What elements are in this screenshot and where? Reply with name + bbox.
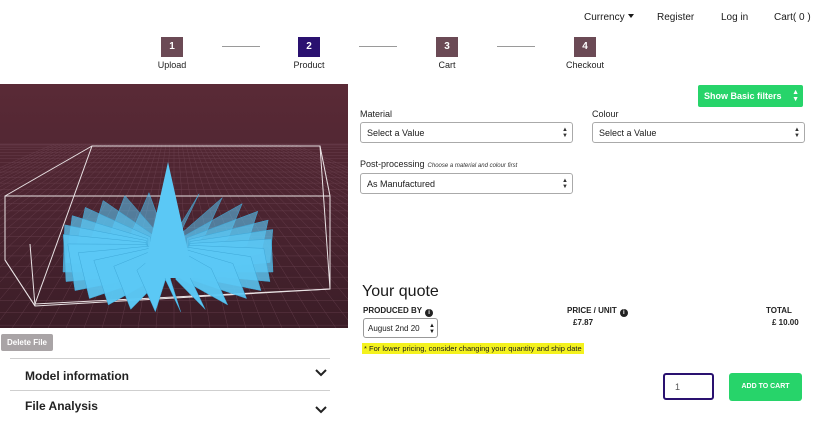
step-divider bbox=[359, 46, 397, 47]
produced-by-date-select[interactable]: August 2nd 20 ▲ ▼ bbox=[363, 318, 438, 338]
price-unit-label: PRICE / UNIT bbox=[567, 306, 617, 315]
post-processing-select[interactable]: As Manufactured ▲ ▼ bbox=[360, 173, 573, 194]
chevron-down-icon bbox=[315, 406, 327, 414]
step-divider bbox=[497, 46, 535, 47]
step-number: 4 bbox=[574, 37, 596, 57]
updown-arrows-icon: ▲ ▼ bbox=[794, 127, 800, 139]
post-processing-hint: Choose a material and colour first bbox=[427, 163, 518, 169]
show-basic-filters-toggle[interactable]: Show Basic filters ▲ ▼ bbox=[698, 85, 803, 107]
filters-toggle-label: Show Basic filters bbox=[704, 91, 782, 101]
total-header: TOTAL bbox=[766, 306, 792, 315]
updown-arrows-icon: ▲ ▼ bbox=[562, 178, 568, 190]
updown-arrows-icon: ▲ ▼ bbox=[562, 127, 568, 139]
step-divider bbox=[222, 46, 260, 47]
info-icon[interactable]: i bbox=[425, 309, 434, 317]
material-select-value: Select a Value bbox=[367, 128, 425, 138]
step-number: 2 bbox=[298, 37, 320, 57]
file-analysis-accordion[interactable]: File Analysis bbox=[10, 390, 330, 420]
chevron-down-icon bbox=[315, 369, 327, 377]
top-nav: Currency Register Log in Cart( 0 ) bbox=[0, 12, 814, 26]
step-label: Product bbox=[293, 60, 325, 70]
post-processing-select-value: As Manufactured bbox=[367, 179, 436, 189]
register-link[interactable]: Register bbox=[657, 12, 694, 23]
accordion-title: Model information bbox=[25, 369, 129, 383]
step-upload[interactable]: 1 Upload bbox=[142, 37, 202, 70]
model-information-accordion[interactable]: Model information bbox=[10, 358, 330, 388]
updown-arrows-icon: ▲ ▼ bbox=[429, 323, 435, 335]
colour-select-value: Select a Value bbox=[599, 128, 657, 138]
produced-by-header: PRODUCED BY i bbox=[363, 306, 434, 317]
currency-menu[interactable]: Currency bbox=[584, 12, 634, 23]
quote-title: Your quote bbox=[362, 283, 439, 300]
material-select[interactable]: Select a Value ▲ ▼ bbox=[360, 122, 573, 143]
currency-label: Currency bbox=[584, 12, 625, 23]
post-processing-label-text: Post-processing bbox=[360, 159, 425, 169]
colour-label: Colour bbox=[592, 109, 619, 119]
step-cart[interactable]: 3 Cart bbox=[417, 37, 477, 70]
delete-file-button[interactable]: Delete File bbox=[1, 334, 53, 351]
quantity-input[interactable] bbox=[663, 373, 714, 400]
produced-by-date-value: August 2nd 20 bbox=[368, 324, 420, 333]
caret-down-icon bbox=[627, 14, 634, 18]
fan-model bbox=[62, 162, 274, 313]
total-value: £ 10.00 bbox=[772, 318, 799, 327]
pricing-notice: * For lower pricing, consider changing y… bbox=[362, 343, 584, 354]
updown-arrows-icon: ▲ ▼ bbox=[792, 89, 799, 103]
price-unit-header: PRICE / UNIT i bbox=[567, 306, 628, 317]
cart-link[interactable]: Cart( 0 ) bbox=[774, 12, 811, 23]
step-product[interactable]: 2 Product bbox=[279, 37, 339, 70]
login-link[interactable]: Log in bbox=[721, 12, 748, 23]
info-icon[interactable]: i bbox=[619, 309, 628, 317]
step-number: 1 bbox=[161, 37, 183, 57]
material-label: Material bbox=[360, 109, 393, 119]
post-processing-label: Post-processing Choose a material and col… bbox=[360, 159, 517, 169]
accordion-title: File Analysis bbox=[25, 399, 98, 413]
price-unit-value: £7.87 bbox=[573, 318, 594, 327]
step-checkout[interactable]: 4 Checkout bbox=[555, 37, 615, 70]
step-number: 3 bbox=[436, 37, 458, 57]
produced-by-label: PRODUCED BY bbox=[363, 306, 423, 315]
step-label: Upload bbox=[157, 60, 187, 70]
step-label: Cart bbox=[438, 60, 456, 70]
model-viewer-canvas bbox=[0, 143, 348, 328]
model-viewer[interactable] bbox=[0, 84, 348, 328]
colour-select[interactable]: Select a Value ▲ ▼ bbox=[592, 122, 805, 143]
step-label: Checkout bbox=[565, 60, 605, 70]
add-to-cart-button[interactable]: ADD TO CART bbox=[729, 373, 802, 401]
